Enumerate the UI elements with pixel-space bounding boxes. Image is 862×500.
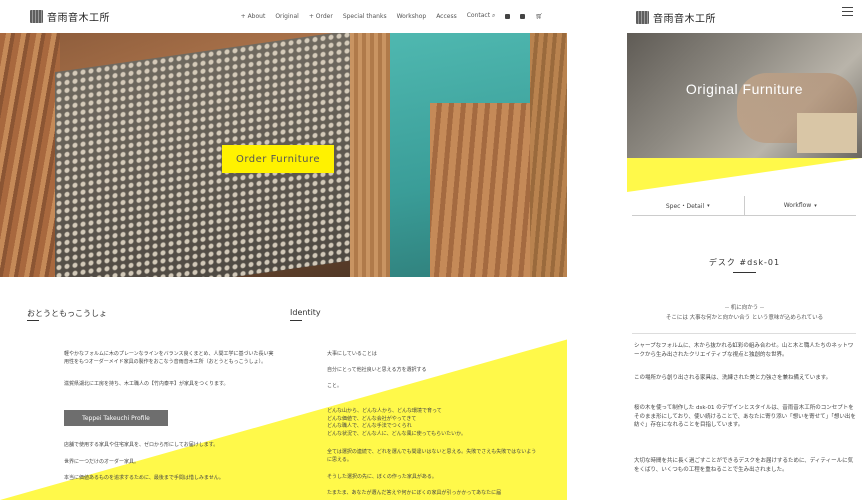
tab-label: Workflow — [783, 202, 812, 209]
logo-text: 音雨音木工所 — [47, 13, 110, 24]
nav-contact-label: Contact — [466, 12, 491, 19]
product-paragraph-4: 大切な時間を共に長く過ごすことができるデスクをお届けするために、ディティールに気… — [634, 458, 854, 473]
company-paragraph-4: 世界に一つだけのオーダー家具。 — [64, 459, 140, 465]
intro-section: おとうともっこうしょ Identity 軽やかなフォルムに木のプレーンなラインを… — [0, 277, 567, 500]
nav-order[interactable]: + Order — [309, 13, 333, 20]
product-quote: そこには 大事な何かと向かい合う という意味が込められている — [665, 315, 824, 321]
identity-paragraph-3: こと。 — [327, 383, 343, 389]
section-title-company: おとうともっこうしょ — [27, 309, 107, 318]
identity-paragraph-7: たまたま、あなたが選んだ答えや何かにぼくの家具が引っかかってあなたに届 — [327, 490, 502, 496]
section-title-identity: Identity — [290, 308, 321, 317]
facebook-icon[interactable] — [505, 13, 511, 19]
caret-down-icon: ▾ — [707, 202, 710, 209]
detail-tabs: Spec・Detail ▾ Workflow ▾ — [632, 196, 856, 216]
logo-mark-icon — [30, 10, 43, 23]
hamburger-menu-icon[interactable] — [842, 7, 853, 16]
main-nav: + About Original + Order Special thanks … — [241, 12, 543, 20]
nav-original[interactable]: Original — [275, 13, 298, 20]
search-icon: ⌕ — [492, 12, 496, 19]
company-paragraph-1: 軽やかなフォルムに木のプレーンなラインをバランス良くまとめ、人間工学に基づいた長… — [64, 351, 274, 365]
mobile-site-logo[interactable]: 音雨音木工所 — [636, 10, 716, 25]
hero-image: Order Furniture — [0, 33, 567, 277]
company-paragraph-2: 滋賀県湖北に工房を持ち、木工職人の【竹内泰平】が家具をつくります。 — [64, 381, 229, 387]
identity-paragraph-4: どんな山から、どんな人から、どんな環境で育って どんな価値で、どんな会社がやって… — [327, 408, 467, 437]
section-underline — [290, 320, 302, 321]
identity-paragraph-1: 大事にしていることは — [327, 351, 377, 357]
identity-paragraph-2: 自分にとって他社良いと思える方を選択する — [327, 367, 427, 373]
nav-special-thanks[interactable]: Special thanks — [343, 13, 387, 20]
desktop-page: 音雨音木工所 + About Original + Order Special … — [0, 0, 567, 500]
product-paragraph-1: シャープなフォルムに、木から抜かれる虹彩の組み合わせ。山と木と職人たちのネットワ… — [634, 343, 854, 358]
nav-about[interactable]: + About — [241, 13, 266, 20]
product-quote-heading: -- 机に向かう -- — [725, 305, 764, 311]
order-furniture-button[interactable]: Order Furniture — [222, 145, 334, 173]
diagonal-yellow-band — [627, 158, 862, 192]
title-underline — [733, 272, 756, 273]
identity-paragraph-5: 全ては選択の連続で、どれを選んでも間違いはないと思える。失敗でさえも失敗ではない… — [327, 449, 537, 463]
mobile-page: 音雨音木工所 Original Furniture Spec・Detail ▾ … — [627, 0, 862, 500]
instagram-icon[interactable] — [520, 13, 526, 19]
nav-workshop[interactable]: Workshop — [397, 13, 427, 20]
desktop-header: 音雨音木工所 + About Original + Order Special … — [0, 0, 567, 33]
identity-paragraph-6: そうした選択の先に、ぼくの作った家具がある。 — [327, 474, 437, 480]
caret-down-icon: ▾ — [814, 202, 817, 209]
mobile-hero-image: Original Furniture — [627, 33, 862, 158]
nav-contact[interactable]: Contact ⌕ — [467, 12, 496, 20]
divider — [632, 333, 856, 334]
profile-button[interactable]: Teppei Takeuchi Profile — [64, 410, 168, 426]
mobile-header: 音雨音木工所 — [627, 0, 862, 33]
product-paragraph-3: 桜の木を使って制作した dsk-01 のデザインとスタイルは、音雨音木工所のコン… — [634, 405, 856, 428]
tab-workflow[interactable]: Workflow ▾ — [743, 196, 857, 215]
product-title: デスク #dsk-01 — [708, 258, 781, 267]
nav-access[interactable]: Access — [436, 13, 457, 20]
logo-mark-icon — [636, 11, 649, 24]
cart-icon[interactable]: 🛒︎ — [535, 13, 543, 20]
tab-label: Spec・Detail — [665, 203, 705, 210]
hero-wood-frame — [350, 33, 390, 277]
page-title: Original Furniture — [685, 81, 804, 97]
section-underline — [27, 320, 39, 321]
product-paragraph-2: この場所から創り出される家具は、洗練された美と力強さを兼ね備えています。 — [634, 375, 832, 381]
tab-spec-detail[interactable]: Spec・Detail ▾ — [632, 196, 744, 215]
company-paragraph-3: 店舗で使用する家具や住宅家具を、ゼロから形にしてお届けします。 — [64, 442, 219, 448]
hero-wood-block — [797, 113, 857, 153]
hero-wood-left — [0, 33, 60, 277]
logo-text: 音雨音木工所 — [653, 14, 716, 25]
site-logo[interactable]: 音雨音木工所 — [30, 9, 110, 24]
hero-wood-right — [530, 33, 567, 277]
company-paragraph-5: 本当に価値あるものを追求するために、最後まで手間は惜しみません。 — [64, 475, 224, 481]
